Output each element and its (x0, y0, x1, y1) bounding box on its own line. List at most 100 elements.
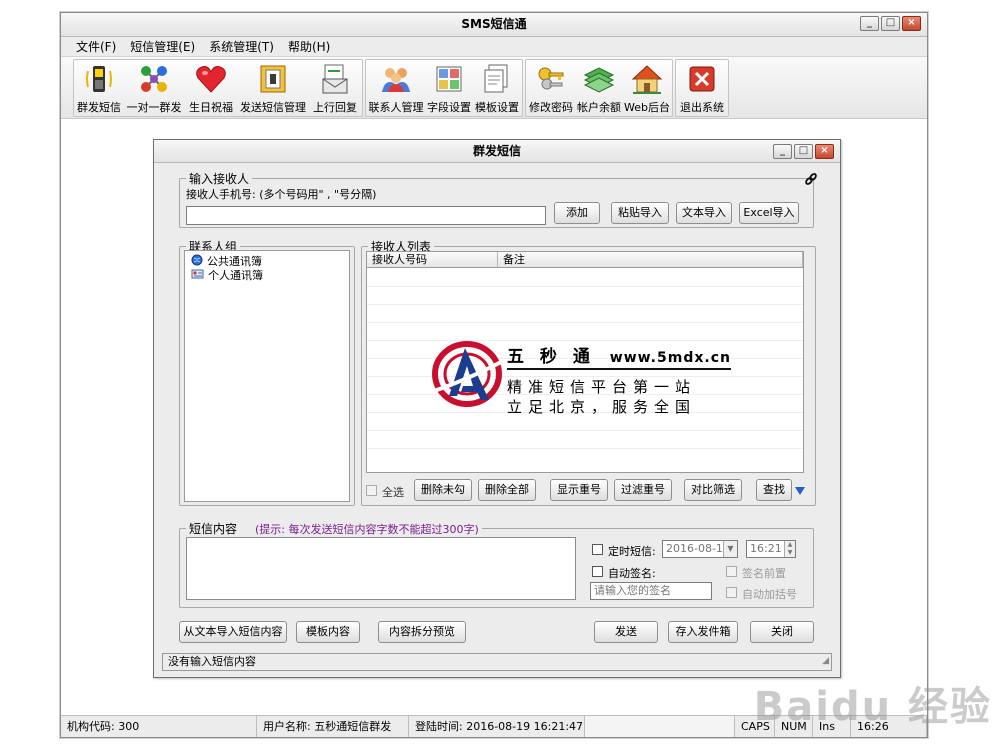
maximize-button[interactable]: □ (881, 16, 900, 31)
globe-book-icon (191, 254, 203, 269)
logo-line1: 精准短信平台第一站 (507, 378, 697, 396)
toolbar-reply-button[interactable]: 上行回复 (309, 60, 361, 116)
dialog-maximize-button[interactable]: □ (794, 144, 813, 159)
recipient-label: 接收人手机号: (多个号码用" , "号分隔) (186, 188, 377, 201)
baidu-watermark: Baidu 经验 (753, 684, 992, 730)
house-icon (631, 63, 663, 95)
menu-system[interactable]: 系统管理(T) (204, 38, 279, 56)
toolbar-exit-button[interactable]: 退出系统 (677, 60, 727, 116)
status-user: 用户名称: 五秒通短信群发 (257, 716, 409, 737)
tree-item-label: 个人通讯簿 (208, 269, 263, 282)
toolbar-change-password-button[interactable]: 修改密码 (527, 60, 575, 116)
sms-content-textarea[interactable] (186, 537, 576, 600)
field-grid-icon (433, 63, 465, 95)
minimize-button[interactable]: _ (860, 16, 879, 31)
toolbar-contacts-button[interactable]: 联系人管理 (367, 60, 425, 116)
inbox-mail-icon (319, 63, 351, 95)
toolbar: 群发短信 一对一群发 生日祝福 发送短信管理 上行回复 联系人管理 字段设置 模… (61, 57, 927, 119)
show-duplicates-button[interactable]: 显示重号 (550, 479, 608, 501)
text-import-button[interactable]: 文本导入 (676, 202, 732, 224)
list-header: 接收人号码 备注 (367, 252, 803, 268)
delete-all-button[interactable]: 删除全部 (478, 479, 536, 501)
exit-x-icon (686, 63, 718, 95)
dialog-close-button[interactable]: × (815, 144, 834, 159)
status-blank (585, 716, 735, 737)
menu-sms[interactable]: 短信管理(E) (125, 38, 200, 56)
auto-sign-checkbox[interactable] (592, 566, 603, 577)
heart-icon (195, 63, 227, 95)
toolbar-bulk-sms-button[interactable]: 群发短信 (75, 60, 123, 116)
resize-grip-icon[interactable]: ◢ (822, 653, 829, 669)
column-note[interactable]: 备注 (498, 252, 803, 267)
toolbar-sent-manage-button[interactable]: 发送短信管理 (237, 60, 309, 116)
auto-bracket-label: 自动加括号 (742, 588, 797, 601)
toolbar-web-admin-button[interactable]: Web后台 (623, 60, 671, 116)
mobile-phone-icon (83, 63, 115, 95)
dialog-close-text-button[interactable]: 关闭 (750, 621, 814, 643)
keys-icon (535, 63, 567, 95)
spinner-arrows-icon[interactable]: ▲ ▼ (784, 541, 795, 557)
time-spinner[interactable]: 16:21 ▲ ▼ (746, 540, 796, 558)
link-icon[interactable] (804, 172, 818, 186)
compare-filter-button[interactable]: 对比筛选 (684, 479, 742, 501)
money-icon (583, 63, 615, 95)
paste-import-button[interactable]: 粘贴导入 (611, 202, 669, 224)
dialog-title: 群发短信 (472, 144, 521, 158)
filter-duplicates-button[interactable]: 过滤重号 (614, 479, 672, 501)
dialog-status-text: 没有输入短信内容 (168, 655, 256, 668)
contacts-tree[interactable]: 公共通讯簿 个人通讯簿 (184, 250, 350, 502)
sms-hint: (提示: 每次发送短信内容字数不能超过300字) (255, 523, 479, 536)
toolbar-group-exit: 退出系统 (675, 59, 729, 117)
chevron-down-icon[interactable] (794, 485, 806, 499)
toolbar-field-settings-button[interactable]: 字段设置 (425, 60, 473, 116)
select-all-checkbox[interactable] (366, 485, 377, 496)
toolbar-balance-button[interactable]: 帐户余额 (575, 60, 623, 116)
import-text-button[interactable]: 从文本导入短信内容 (179, 621, 287, 643)
signature-input[interactable]: 请输入您的签名 (590, 582, 712, 600)
excel-import-button[interactable]: Excel导入 (739, 202, 799, 224)
logo-brand: 五 秒 通 www.5mdx.cn (507, 342, 731, 370)
app-title: SMS短信通 (461, 17, 527, 31)
main-titlebar: SMS短信通 _ □ × (61, 13, 927, 37)
menu-file[interactable]: 文件(F) (71, 38, 121, 56)
recipient-group-title: 输入接收人 (189, 172, 250, 186)
phone-input[interactable] (186, 206, 546, 225)
close-button[interactable]: × (902, 16, 921, 31)
dialog-status-bar: 没有输入短信内容 ◢ (162, 653, 832, 671)
split-preview-button[interactable]: 内容拆分预览 (378, 621, 466, 643)
auto-sign-label: 自动签名: (608, 567, 656, 580)
status-login: 登陆时间: 2016-08-19 16:21:47 (409, 716, 585, 737)
dialog-titlebar: 群发短信 _ □ × (154, 140, 840, 163)
tree-item-public[interactable]: 公共通讯簿 (185, 254, 349, 268)
menu-help[interactable]: 帮助(H) (283, 38, 335, 56)
toolbar-one-to-one-button[interactable]: 一对一群发 (123, 60, 185, 116)
add-button[interactable]: 添加 (554, 202, 600, 224)
template-doc-icon (481, 63, 513, 95)
toolbar-group-contacts: 联系人管理 字段设置 模板设置 (365, 59, 523, 117)
recipient-list[interactable]: 接收人号码 备注 五 秒 通 www.5mdx.cn 精准短信平台第一站 立足北… (366, 251, 804, 473)
date-picker[interactable]: 2016-08-19 ▼ (662, 540, 738, 558)
scheduled-checkbox[interactable] (592, 544, 603, 555)
select-all-label: 全选 (382, 486, 404, 499)
scheduled-label: 定时短信: (608, 545, 656, 558)
toolbar-birthday-button[interactable]: 生日祝福 (185, 60, 237, 116)
logo-line2: 立足北京，服务全国 (507, 398, 697, 416)
toolbar-group-account: 修改密码 帐户余额 Web后台 (525, 59, 673, 117)
dialog-minimize-button[interactable]: _ (773, 144, 792, 159)
sign-prefix-checkbox[interactable] (726, 566, 737, 577)
toolbar-template-settings-button[interactable]: 模板设置 (473, 60, 521, 116)
send-button[interactable]: 发送 (594, 621, 658, 643)
menubar: 文件(F) 短信管理(E) 系统管理(T) 帮助(H) (61, 37, 927, 57)
calendar-dropdown-icon[interactable]: ▼ (723, 541, 737, 557)
sign-prefix-label: 签名前置 (742, 567, 786, 580)
save-outbox-button[interactable]: 存入发件箱 (668, 621, 738, 643)
template-content-button[interactable]: 模板内容 (296, 621, 360, 643)
column-phone[interactable]: 接收人号码 (367, 252, 498, 267)
wumiaotong-logo-icon (427, 334, 509, 412)
search-button[interactable]: 查找 (756, 479, 792, 501)
tree-item-personal[interactable]: 个人通讯簿 (185, 268, 349, 282)
auto-bracket-checkbox[interactable] (726, 587, 737, 598)
document-frame-icon (257, 63, 289, 95)
delete-unchecked-button[interactable]: 删除未勾 (414, 479, 472, 501)
sms-content-title: 短信内容 (提示: 每次发送短信内容字数不能超过300字) (189, 522, 479, 536)
